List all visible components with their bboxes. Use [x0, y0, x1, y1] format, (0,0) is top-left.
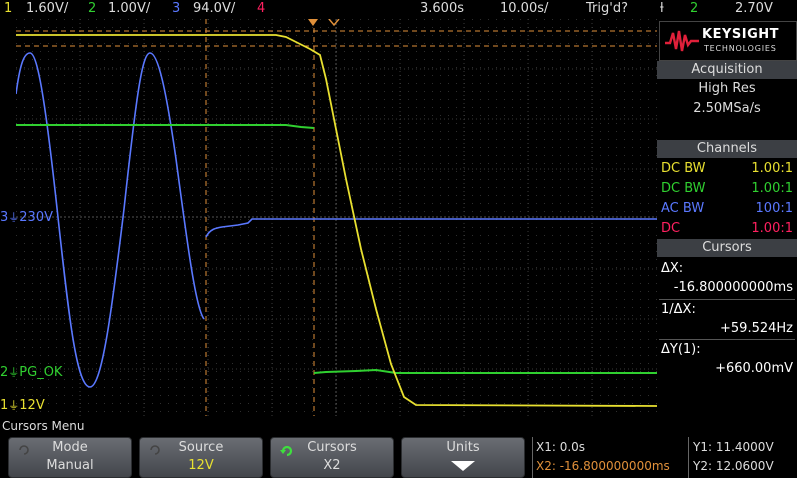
ch2-number[interactable]: 2	[88, 0, 96, 18]
ch1-ground-label[interactable]: 1⏚12V	[0, 397, 45, 413]
acquisition-header[interactable]: Acquisition	[657, 61, 797, 79]
delta-y-value: +660.00mV	[715, 361, 793, 376]
delta-y-label: ΔY(1):	[661, 342, 701, 357]
channel-1-probe: 1.00:1	[751, 161, 793, 176]
channels-header[interactable]: Channels	[657, 140, 797, 158]
mode-softkey[interactable]: Mode Manual	[8, 437, 132, 478]
ch1-label-text: 12V	[19, 398, 45, 413]
cursors-header[interactable]: Cursors	[657, 239, 797, 257]
channel-4-probe: 1.00:1	[751, 221, 793, 236]
ch4-number[interactable]: 4	[257, 0, 265, 18]
ch2-ground-label[interactable]: 2⏚PG_OK	[0, 364, 62, 380]
cursors-value: X2	[323, 458, 341, 473]
x1-readout: X1: 0.0s	[536, 440, 586, 454]
units-label: Units	[446, 440, 480, 455]
waveform-graticule	[15, 18, 658, 416]
cursors-softkey[interactable]: Cursors X2	[270, 437, 394, 478]
channel-2-coupling: DC BW	[661, 181, 706, 196]
cursors-label: Cursors	[307, 440, 357, 455]
ch3-label-text: 230V	[19, 210, 53, 225]
mode-value: Manual	[46, 458, 94, 473]
mode-label: Mode	[52, 440, 88, 455]
status-bar: 1 1.60V/ 2 1.00V/ 3 94.0V/ 4 3.600s 10.0…	[0, 0, 797, 18]
inverse-delta-x-label: 1/ΔX:	[661, 302, 696, 317]
channel-3-coupling: AC BW	[661, 201, 705, 216]
x2-readout: X2: -16.800000000ms	[536, 459, 670, 473]
channel-2-probe: 1.00:1	[751, 181, 793, 196]
trigger-level[interactable]: 2.70V	[735, 0, 773, 18]
channel-1-coupling: DC BW	[661, 161, 706, 176]
trigger-slope-icon[interactable]: ƚ	[660, 0, 664, 18]
brand-sub: TECHNOLOGIES	[704, 44, 777, 53]
y1-readout: Y1: 11.4000V	[693, 440, 774, 454]
readout-divider	[688, 437, 689, 478]
acquisition-mode: High Res	[698, 81, 756, 96]
channel-4-coupling: DC	[661, 221, 681, 236]
source-label: Source	[178, 440, 224, 455]
ch1-number[interactable]: 1	[4, 0, 12, 18]
ground-icon: ⏚	[8, 366, 20, 379]
brand-name: KEYSIGHT	[702, 27, 779, 42]
keysight-wave-icon	[665, 30, 699, 52]
channel-3-probe: 100:1	[755, 201, 793, 216]
y2-readout: Y2: 12.0600V	[693, 459, 774, 473]
cursor-readout: X1: 0.0s X2: -16.800000000ms Y1: 11.4000…	[532, 437, 797, 478]
units-softkey[interactable]: Units	[401, 437, 525, 478]
ground-icon: ⏚	[8, 211, 20, 224]
ch3-scale[interactable]: 94.0V/	[193, 0, 235, 18]
inverse-delta-x-value: +59.524Hz	[720, 321, 793, 336]
acquisition-rate: 2.50MSa/s	[693, 101, 761, 116]
keysight-logo: KEYSIGHT TECHNOLOGIES	[659, 21, 797, 61]
ground-icon: ⏚	[8, 399, 20, 412]
trigger-channel[interactable]: 2	[690, 0, 698, 18]
ch3-ground-label[interactable]: 3⏚230V	[0, 209, 53, 225]
ch2-scale[interactable]: 1.00V/	[108, 0, 150, 18]
ch1-scale[interactable]: 1.60V/	[26, 0, 68, 18]
submenu-arrow-icon	[451, 461, 475, 471]
menu-title: Cursors Menu	[2, 419, 85, 433]
source-value: 12V	[188, 458, 214, 473]
delta-x-value: -16.800000000ms	[673, 280, 793, 295]
trigger-status: Trig'd?	[586, 1, 628, 16]
delta-x-label: ΔX:	[661, 261, 684, 276]
source-softkey[interactable]: Source 12V	[139, 437, 263, 478]
time-offset[interactable]: 3.600s	[420, 0, 464, 18]
waveform-display[interactable]: 3⏚230V 2⏚PG_OK 1⏚12V	[0, 18, 658, 416]
ch3-number[interactable]: 3	[172, 0, 180, 18]
ch2-label-text: PG_OK	[19, 365, 63, 380]
time-scale[interactable]: 10.00s/	[500, 0, 548, 18]
info-panel: KEYSIGHT TECHNOLOGIES Acquisition High R…	[657, 19, 797, 416]
